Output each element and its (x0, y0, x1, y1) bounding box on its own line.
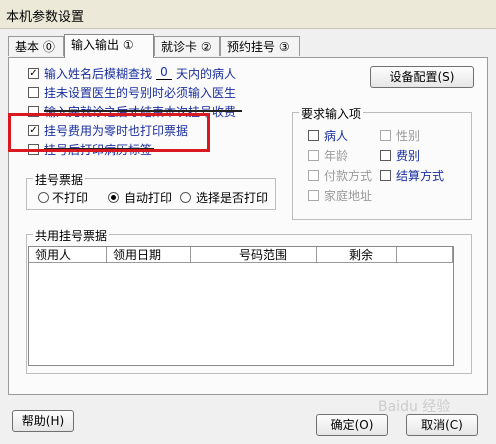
fuzzy-search-label: 输入姓名后模糊查找 (44, 67, 153, 81)
watermark: Baidu 经验 (378, 399, 451, 415)
col-empty (397, 247, 453, 263)
req-payment-label: 付款方式 (324, 169, 373, 183)
req-gender-checkbox (380, 130, 391, 141)
receipt-auto-print-label: 自动打印 (124, 191, 173, 205)
fuzzy-days-input[interactable]: 0 (156, 65, 172, 80)
col-receiver[interactable]: 领用人 (29, 247, 107, 263)
req-age-checkbox (308, 150, 319, 161)
req-patient-label: 病人 (324, 129, 349, 143)
req-patient-checkbox[interactable] (308, 130, 319, 141)
receipt-no-print-label: 不打印 (52, 191, 89, 205)
req-fee-type-label: 费别 (396, 149, 421, 163)
receipt-choose-print-label: 选择是否打印 (196, 191, 269, 205)
req-age-label: 年龄 (324, 149, 349, 163)
tab-visit-card[interactable]: 就诊卡 ② (154, 36, 220, 56)
tab-appointment[interactable]: 预约挂号 ③ (220, 36, 300, 56)
req-payment-checkbox (308, 170, 319, 181)
req-gender-label: 性别 (396, 129, 421, 143)
title-bar: 本机参数设置 (0, 0, 496, 29)
receipt-auto-print-radio[interactable] (108, 192, 119, 203)
required-inputs-group: 要求输入项 (292, 105, 472, 220)
device-config-button[interactable]: 设备配置(S) (370, 66, 474, 88)
must-input-doctor-checkbox[interactable] (28, 87, 39, 98)
must-input-doctor-label: 挂未设置医生的号别时必须输入医生 (44, 86, 237, 100)
fuzzy-search-suffix: 天内的病人 (176, 67, 237, 81)
ok-button[interactable]: 确定(O) (316, 414, 388, 436)
req-settlement-label: 结算方式 (396, 169, 445, 183)
col-remaining[interactable]: 剩余 (317, 247, 397, 263)
col-range[interactable]: 号码范围 (191, 247, 317, 263)
shared-receipt-title: 共用挂号票据 (33, 227, 110, 244)
tab-input-output[interactable]: 输入输出 ① (64, 34, 154, 58)
cancel-button[interactable]: 取消(C) (406, 414, 478, 436)
req-address-checkbox (308, 190, 319, 201)
strike-line (44, 110, 242, 112)
req-address-label: 家庭地址 (324, 189, 373, 203)
fuzzy-search-checkbox[interactable]: ✓ (28, 68, 39, 79)
shared-receipt-table[interactable]: 领用人 领用日期 号码范围 剩余 (28, 246, 454, 366)
col-date[interactable]: 领用日期 (107, 247, 191, 263)
receipt-no-print-radio[interactable] (38, 192, 49, 203)
receipt-choose-print-radio[interactable] (180, 192, 191, 203)
required-inputs-title: 要求输入项 (299, 105, 364, 122)
req-fee-type-checkbox[interactable] (380, 150, 391, 161)
req-settlement-checkbox[interactable] (380, 170, 391, 181)
window-title: 本机参数设置 (6, 10, 85, 25)
tab-basic[interactable]: 基本 ⓪ (8, 36, 64, 56)
highlight-box (8, 113, 210, 152)
receipt-group-title: 挂号票据 (33, 171, 86, 188)
help-button[interactable]: 帮助(H) (12, 410, 74, 432)
